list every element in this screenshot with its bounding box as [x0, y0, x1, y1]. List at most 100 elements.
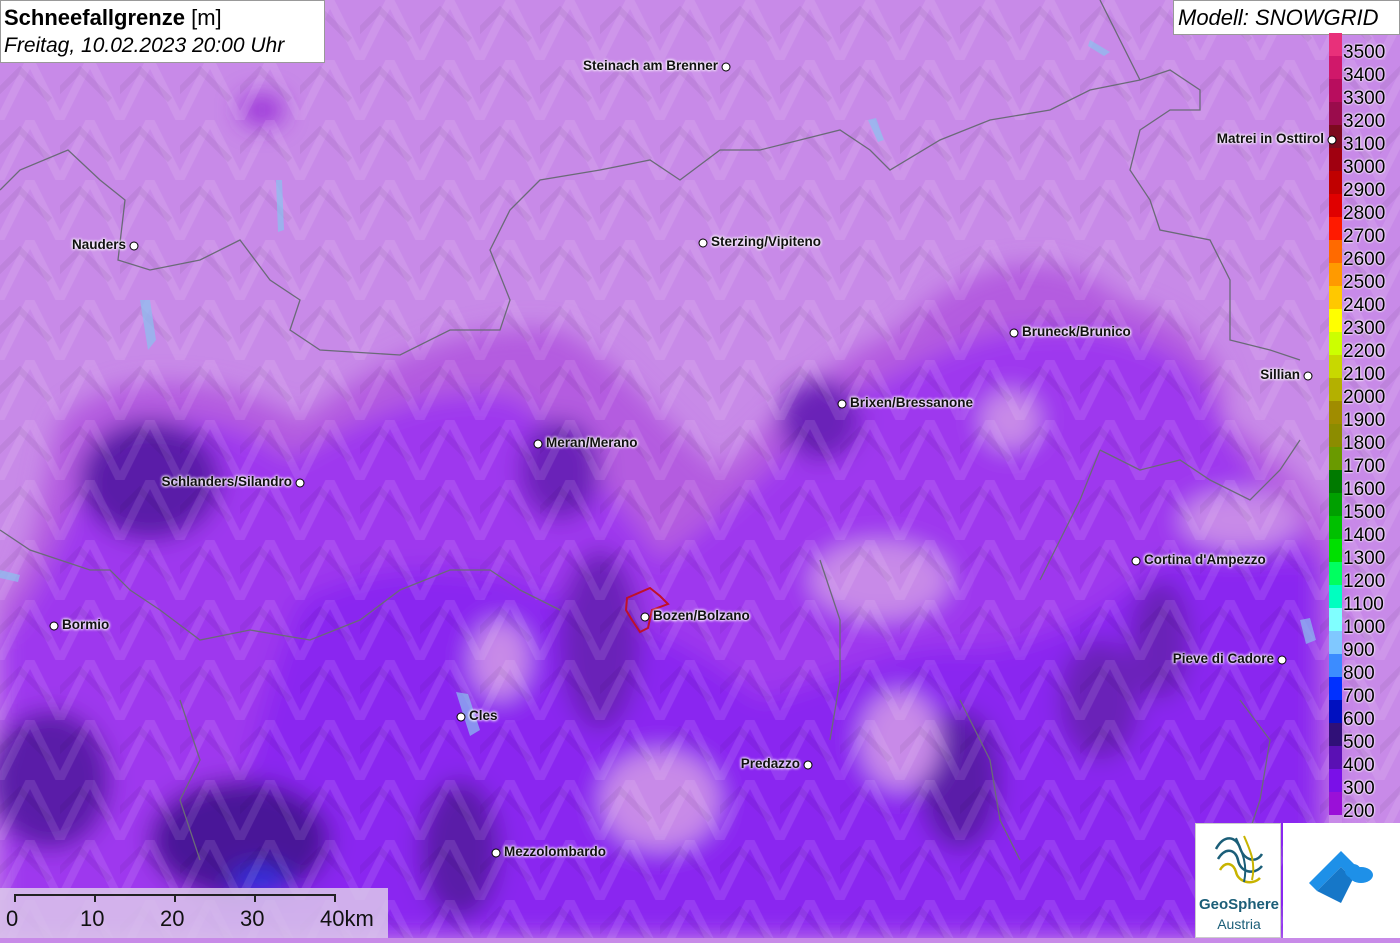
map-title-box: Schneefallgrenze [m] Freitag, 10.02.2023…: [0, 0, 325, 63]
place-marker: [295, 478, 305, 488]
map-title: Schneefallgrenze [m]: [4, 4, 321, 32]
legend-label: 1600: [1343, 479, 1386, 500]
legend-swatch: [1329, 286, 1342, 309]
legend-label: 3300: [1343, 88, 1386, 109]
map-title-bold: Schneefallgrenze: [4, 5, 185, 30]
place-marker: [803, 760, 813, 770]
scale-tick: [14, 894, 16, 902]
legend-label: 1900: [1343, 410, 1386, 431]
legend-swatch: [1329, 470, 1342, 493]
legend-swatch: [1329, 355, 1342, 378]
place-label: Predazzo: [740, 756, 800, 771]
place-marker: [1009, 328, 1019, 338]
legend-label: 2800: [1343, 203, 1386, 224]
legend-swatch: [1329, 654, 1342, 677]
legend-label: 1800: [1343, 433, 1386, 454]
place-marker: [698, 238, 708, 248]
app-arrow-icon: [1309, 851, 1373, 903]
place-label: Sterzing/Vipiteno: [711, 234, 822, 249]
legend-swatch: [1329, 562, 1342, 585]
model-label: Modell: SNOWGRID: [1173, 0, 1400, 35]
legend-swatch: [1329, 56, 1342, 79]
place-marker: [456, 712, 466, 722]
place-label: Schlanders/Silandro: [161, 474, 292, 489]
legend-label: 2500: [1343, 272, 1386, 293]
legend-swatch: [1329, 79, 1342, 102]
place-label: Cles: [469, 708, 498, 723]
legend-label: 300: [1343, 778, 1375, 799]
legend-label: 600: [1343, 709, 1375, 730]
place-label: Matrei in Osttirol: [1216, 131, 1324, 146]
place-label: Mezzolombardo: [504, 844, 607, 859]
legend-swatch: [1329, 700, 1342, 723]
place-marker: [1131, 556, 1141, 566]
place-label: Bormio: [62, 617, 110, 632]
legend-label: 3000: [1343, 157, 1386, 178]
legend-swatch: [1329, 493, 1342, 516]
legend-label: 1100: [1343, 594, 1384, 615]
scale-tick: [94, 894, 96, 902]
geosphere-name: GeoSphere: [1198, 896, 1280, 913]
legend-swatch: [1329, 102, 1342, 125]
legend-label: 2200: [1343, 341, 1386, 362]
snowgrid-app-logo: [1283, 823, 1400, 938]
legend-label: 700: [1343, 686, 1375, 707]
legend-label: 2100: [1343, 364, 1386, 385]
geosphere-mark-icon: [1214, 835, 1264, 884]
legend-swatch: [1329, 746, 1342, 769]
place-label: Bozen/Bolzano: [653, 608, 750, 623]
legend-label: 1400: [1343, 525, 1386, 546]
place-marker: [49, 621, 59, 631]
legend-label: 1700: [1343, 456, 1386, 477]
legend-label: 1500: [1343, 502, 1386, 523]
legend-swatch: [1329, 332, 1342, 355]
place-label: Nauders: [71, 237, 126, 252]
scale-tick: [254, 894, 256, 902]
legend-swatch: [1329, 723, 1342, 746]
place-marker: [129, 241, 139, 251]
place-label: Pieve di Cadore: [1172, 651, 1274, 666]
color-legend: 3500 3400 3300 3200 3100 3000 2900 2800 2700 2600…: [1329, 33, 1400, 845]
scale-label: 30: [240, 906, 265, 931]
place-label: Bruneck/Brunico: [1022, 324, 1131, 339]
legend-swatch: [1329, 148, 1342, 171]
legend-swatch: [1329, 424, 1342, 447]
legend-label: 900: [1343, 640, 1375, 661]
legend-swatch: [1329, 792, 1342, 815]
map-title-unit: [m]: [191, 5, 222, 30]
place-marker: [837, 399, 847, 409]
place-marker: [491, 848, 501, 858]
legend-swatch: [1329, 401, 1342, 424]
legend-swatch: [1329, 631, 1342, 654]
scale-label: 40km: [320, 906, 374, 931]
legend-swatch: [1329, 217, 1342, 240]
map-datetime: Freitag, 10.02.2023 20:00 Uhr: [4, 34, 285, 57]
legend-swatch: [1329, 447, 1342, 470]
legend-label: 400: [1343, 755, 1375, 776]
legend-label: 1300: [1343, 548, 1386, 569]
legend-swatch: [1329, 769, 1342, 792]
terrain-relief: [0, 0, 1400, 938]
legend-swatch: [1329, 309, 1342, 332]
scale-label: 0: [6, 906, 19, 931]
geosphere-country: Austria: [1217, 916, 1261, 932]
scale-bar: 0 10 20 30 40km: [0, 888, 388, 938]
place-marker: [1277, 655, 1287, 665]
legend-label: 2400: [1343, 295, 1386, 316]
legend-swatch: [1329, 33, 1342, 56]
place-label: Sillian: [1260, 367, 1300, 382]
legend-label: 2700: [1343, 226, 1386, 247]
scale-label: 10: [80, 906, 105, 931]
legend-label: 1000: [1343, 617, 1386, 638]
legend-label: 2000: [1343, 387, 1386, 408]
scale-label: 20: [160, 906, 185, 931]
legend-label: 2900: [1343, 180, 1386, 201]
place-label: Meran/Merano: [546, 435, 638, 450]
legend-swatch: [1329, 194, 1342, 217]
place-label: Cortina d'Ampezzo: [1144, 552, 1266, 567]
scale-tick: [174, 894, 176, 902]
legend-label: 3100: [1343, 134, 1386, 155]
legend-swatch: [1329, 585, 1342, 608]
legend-label: 500: [1343, 732, 1375, 753]
legend-swatch: [1329, 263, 1342, 286]
